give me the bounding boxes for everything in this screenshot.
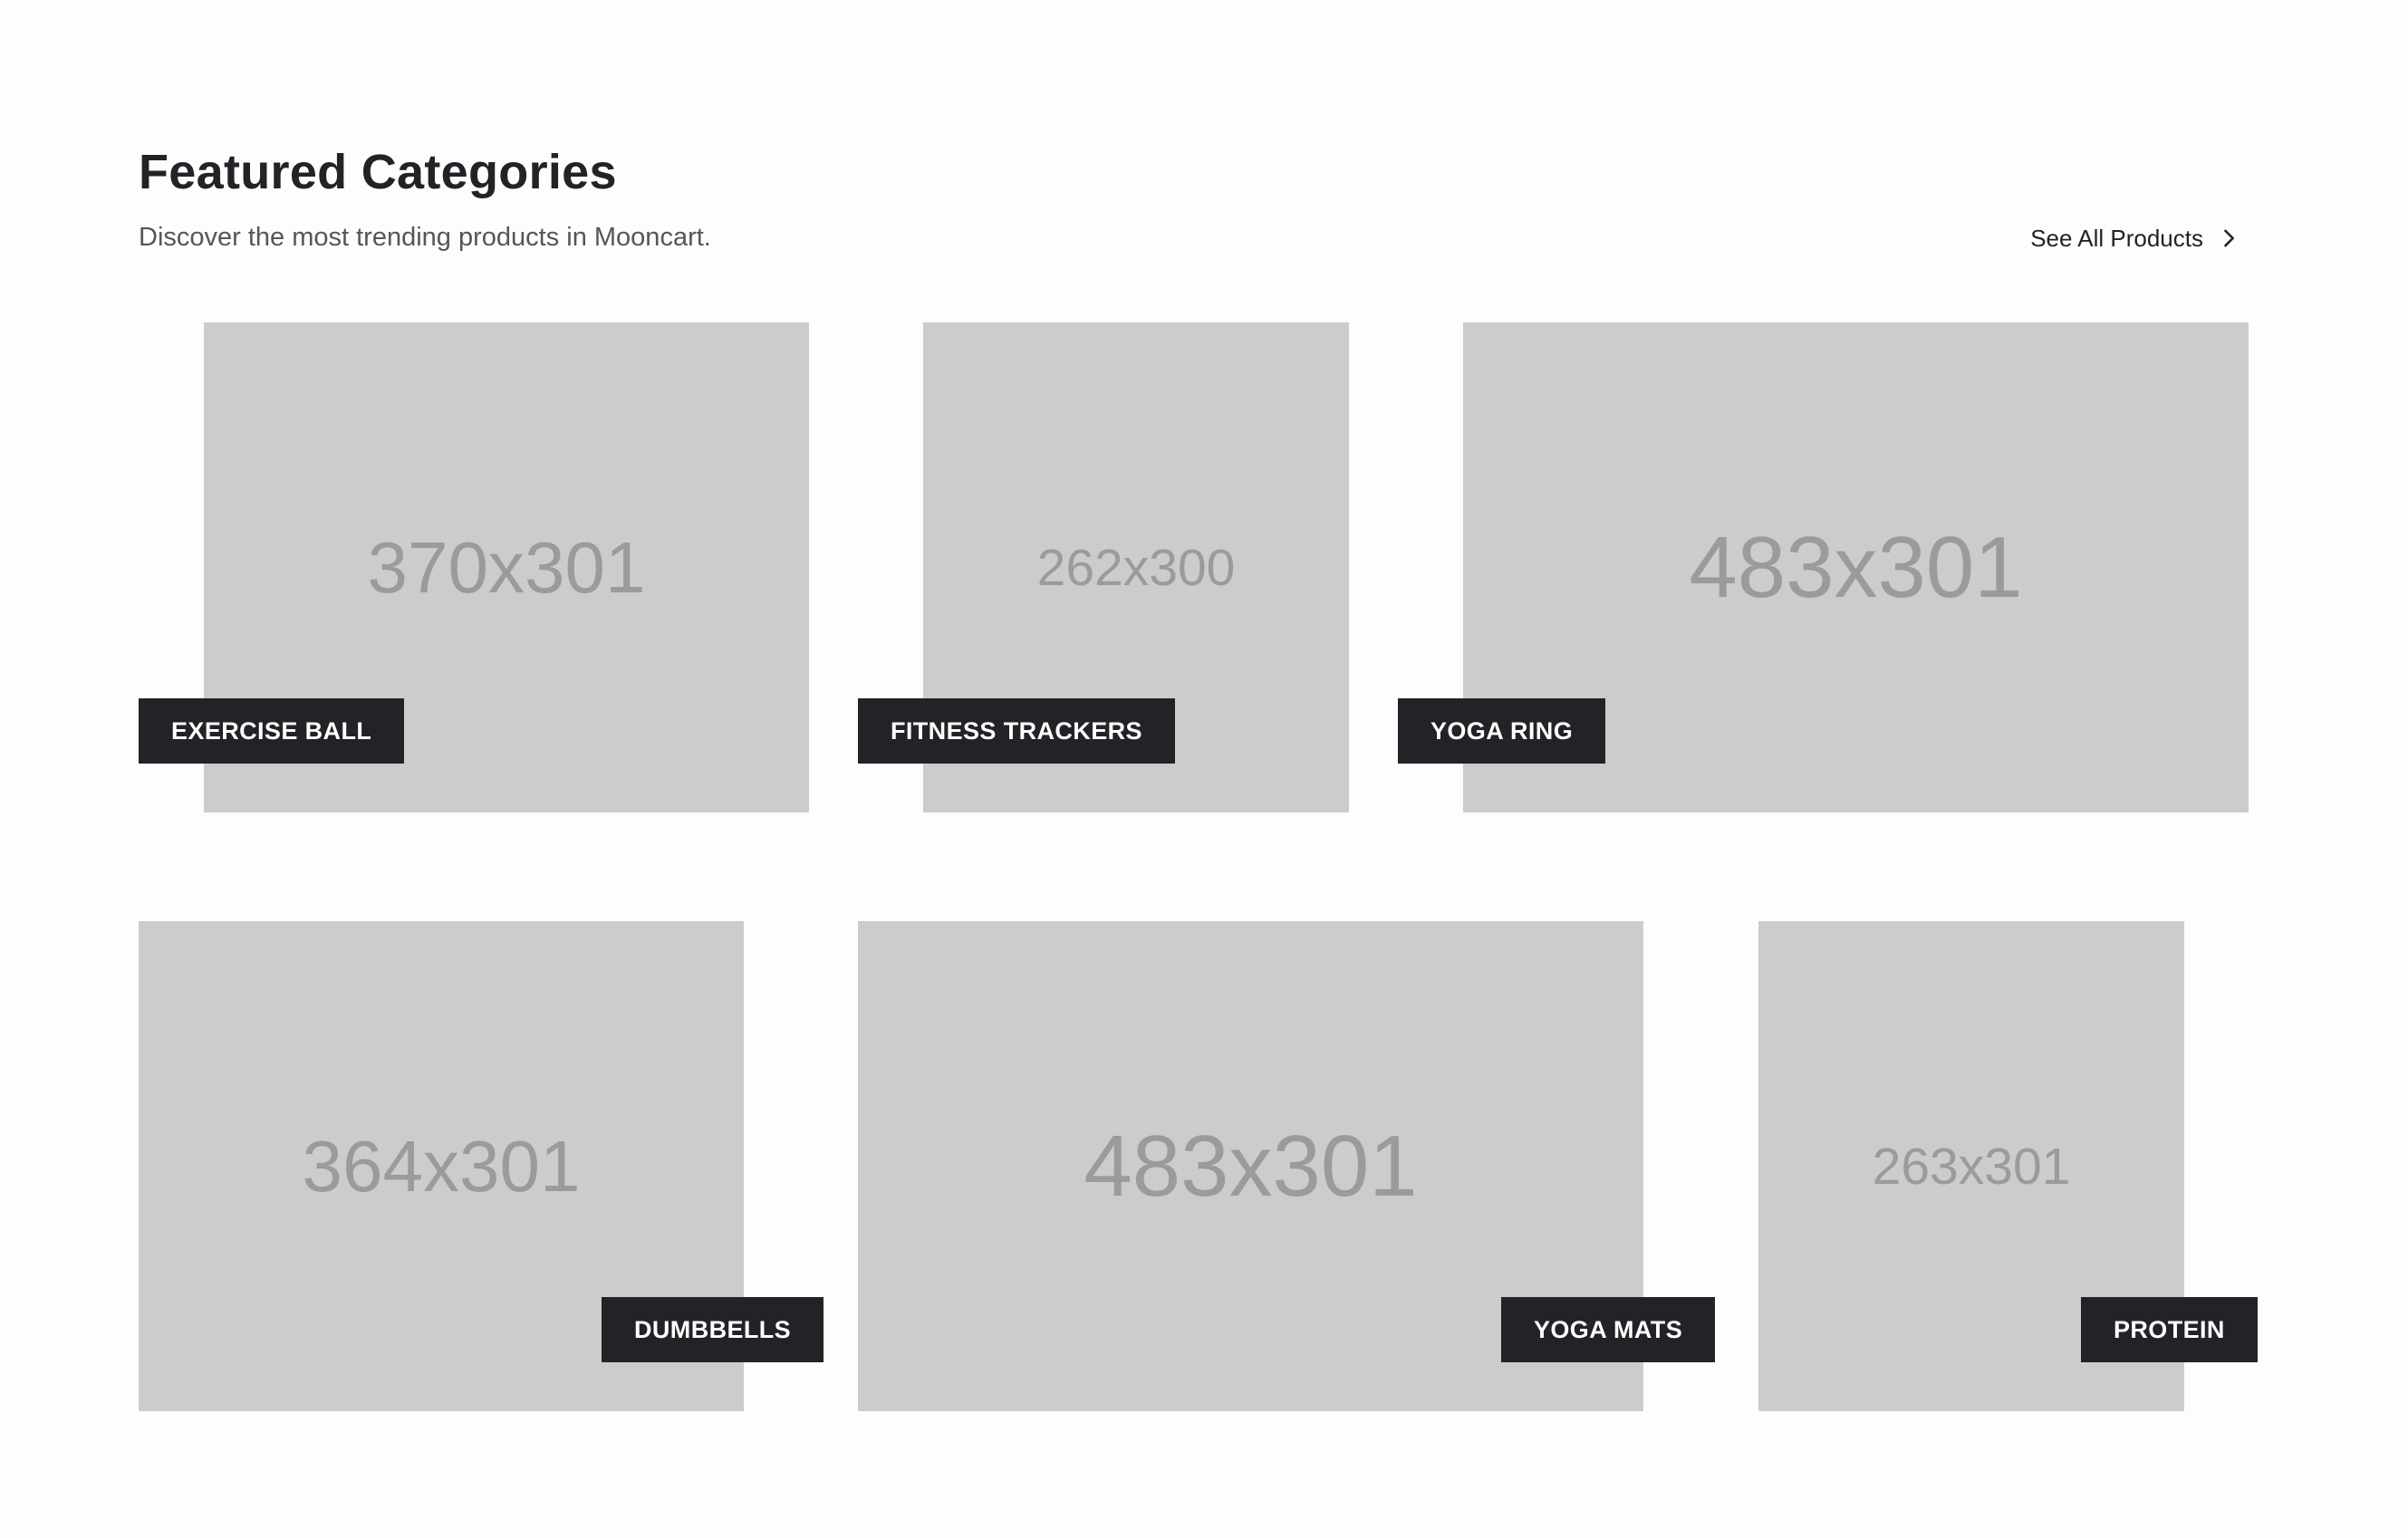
placeholder-size-text: 483x301 bbox=[1084, 1117, 1418, 1215]
section-subtitle: Discover the most trending products in M… bbox=[139, 223, 711, 252]
placeholder-size-text: 364x301 bbox=[302, 1125, 581, 1206]
see-all-products-label: See All Products bbox=[2030, 225, 2203, 252]
placeholder-size-text: 370x301 bbox=[367, 526, 646, 608]
category-label-yoga-mats[interactable]: YOGA MATS bbox=[1501, 1297, 1716, 1362]
chevron-right-icon bbox=[2224, 229, 2234, 247]
category-label-exercise-ball[interactable]: EXERCISE BALL bbox=[139, 698, 405, 764]
placeholder-size-text: 263x301 bbox=[1872, 1137, 2071, 1196]
category-label-protein[interactable]: PROTEIN bbox=[2081, 1297, 2258, 1362]
category-label-fitness-trackers[interactable]: FITNESS TRACKERS bbox=[858, 698, 1175, 764]
category-label-dumbbells[interactable]: DUMBBELLS bbox=[602, 1297, 824, 1362]
placeholder-size-text: 262x300 bbox=[1036, 538, 1236, 597]
see-all-products-link[interactable]: See All Products bbox=[2030, 222, 2241, 255]
section-title: Featured Categories bbox=[139, 145, 617, 199]
category-label-yoga-ring[interactable]: YOGA RING bbox=[1398, 698, 1606, 764]
placeholder-size-text: 483x301 bbox=[1689, 518, 2023, 616]
featured-categories-section: Featured Categories Discover the most tr… bbox=[0, 0, 2408, 1538]
